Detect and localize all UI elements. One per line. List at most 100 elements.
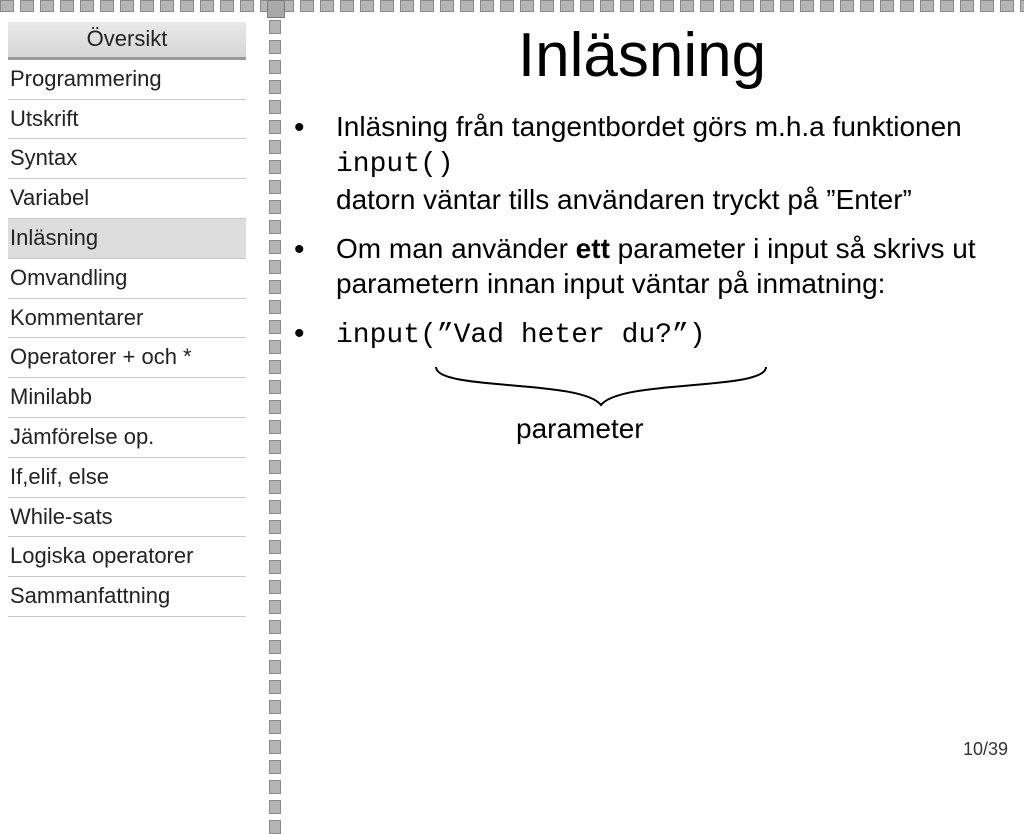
bullet-1-cont-a: datorn väntar tills användaren tryckt på [336, 184, 826, 215]
ruler-tick [560, 0, 574, 12]
ruler-tick [269, 720, 281, 734]
bullet-3: input(”Vad heter du?”) [290, 315, 994, 367]
nav-item-14[interactable]: Sammanfattning [8, 577, 246, 617]
nav-item-0[interactable]: Översikt [8, 22, 246, 60]
ruler-tick [640, 0, 654, 12]
ruler-vertical [269, 0, 283, 768]
bullet-1-cont-b: ”Enter” [826, 184, 912, 215]
ruler-tick [269, 640, 281, 654]
ruler-tick [269, 160, 281, 174]
ruler-horizontal [0, 0, 1024, 14]
bullet-2-a: Om man använder [336, 233, 576, 264]
nav-item-3[interactable]: Syntax [8, 139, 246, 179]
ruler-tick [20, 0, 34, 12]
ruler-tick [400, 0, 414, 12]
nav-item-8[interactable]: Operatorer + och * [8, 338, 246, 378]
ruler-tick [680, 0, 694, 12]
ruler-tick [269, 400, 281, 414]
ruler-tick [269, 740, 281, 754]
nav-item-7[interactable]: Kommentarer [8, 299, 246, 339]
ruler-tick [760, 0, 774, 12]
nav-item-12[interactable]: While-sats [8, 498, 246, 538]
ruler-tick [920, 0, 934, 12]
ruler-tick [269, 380, 281, 394]
ruler-tick [700, 0, 714, 12]
page-number: 10/39 [963, 739, 1008, 760]
bullet-2-bold: ett [576, 233, 610, 264]
ruler-tick [800, 0, 814, 12]
curly-brace-icon [431, 361, 771, 417]
ruler-tick [269, 760, 281, 774]
bullet-2: Om man använder ett parameter i input så… [290, 231, 994, 315]
ruler-tick [100, 0, 114, 12]
ruler-tick [740, 0, 754, 12]
nav-item-1[interactable]: Programmering [8, 60, 246, 100]
ruler-tick [269, 120, 281, 134]
outline-sidebar: ÖversiktProgrammeringUtskriftSyntaxVaria… [0, 18, 266, 617]
ruler-tick [960, 0, 974, 12]
ruler-tick [269, 420, 281, 434]
ruler-tick [60, 0, 74, 12]
ruler-tick [720, 0, 734, 12]
ruler-tick [40, 0, 54, 12]
bullet-1-code: input() [336, 149, 454, 180]
ruler-tick [520, 0, 534, 12]
ruler-tick [269, 100, 281, 114]
ruler-tick [269, 780, 281, 794]
ruler-tick [269, 240, 281, 254]
ruler-tick [480, 0, 494, 12]
ruler-tick [780, 0, 794, 12]
nav-item-2[interactable]: Utskrift [8, 100, 246, 140]
ruler-tick [180, 0, 194, 12]
ruler-tick [269, 360, 281, 374]
nav-item-11[interactable]: If,elif, else [8, 458, 246, 498]
bullet-3-code: input(”Vad heter du?”) [336, 320, 706, 351]
ruler-tick [140, 0, 154, 12]
ruler-tick [269, 180, 281, 194]
bullet-list: Inläsning från tangentbordet görs m.h.a … [290, 109, 994, 367]
nav-item-4[interactable]: Variabel [8, 179, 246, 219]
ruler-tick [269, 700, 281, 714]
ruler-tick [1020, 0, 1024, 12]
ruler-tick [269, 600, 281, 614]
ruler-tick [380, 0, 394, 12]
ruler-tick [540, 0, 554, 12]
ruler-tick [500, 0, 514, 12]
ruler-tick [269, 540, 281, 554]
nav-item-6[interactable]: Omvandling [8, 259, 246, 299]
ruler-tick [269, 200, 281, 214]
ruler-tick [600, 0, 614, 12]
brace-label: parameter [516, 413, 644, 445]
ruler-tick [269, 80, 281, 94]
ruler-tick [340, 0, 354, 12]
ruler-tick [880, 0, 894, 12]
ruler-tick [269, 220, 281, 234]
ruler-tick [420, 0, 434, 12]
ruler-tick [269, 20, 281, 34]
ruler-tick [269, 820, 281, 834]
ruler-tick [269, 260, 281, 274]
ruler-tick [269, 280, 281, 294]
ruler-tick [240, 0, 254, 12]
ruler-tick [900, 0, 914, 12]
ruler-tick [980, 0, 994, 12]
ruler-tick [440, 0, 454, 12]
ruler-tick [620, 0, 634, 12]
ruler-tick [269, 660, 281, 674]
brace-annotation: parameter [336, 367, 994, 477]
ruler-tick [820, 0, 834, 12]
nav-item-10[interactable]: Jämförelse op. [8, 418, 246, 458]
ruler-tick [269, 460, 281, 474]
ruler-tick [860, 0, 874, 12]
ruler-tick [580, 0, 594, 12]
ruler-tick [220, 0, 234, 12]
slide-content: Inläsning Inläsning från tangentbordet g… [290, 18, 1014, 768]
ruler-tick [269, 140, 281, 154]
ruler-tick [269, 500, 281, 514]
nav-item-13[interactable]: Logiska operatorer [8, 537, 246, 577]
ruler-tick [0, 0, 14, 12]
nav-item-9[interactable]: Minilabb [8, 378, 246, 418]
nav-item-5[interactable]: Inläsning [8, 219, 246, 259]
slide-title: Inläsning [290, 20, 994, 91]
ruler-tick [269, 680, 281, 694]
